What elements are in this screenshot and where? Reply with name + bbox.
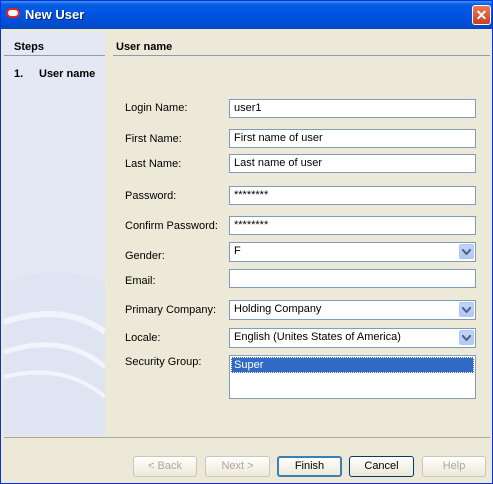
step-number: 1.	[14, 68, 24, 80]
back-button[interactable]: < Back	[133, 456, 197, 477]
locale-dropdown-button[interactable]	[459, 330, 474, 345]
primary-company-label: Primary Company:	[125, 304, 217, 316]
window-title: New User	[25, 7, 85, 22]
security-group-label: Security Group:	[125, 356, 202, 368]
steps-panel: Steps 1. User name	[4, 32, 105, 436]
help-button[interactable]: Help	[422, 456, 486, 477]
security-group-list[interactable]: Super	[229, 355, 476, 399]
primary-company-value: Holding Company	[234, 303, 322, 315]
locale-value: English (Unites States of America)	[234, 331, 401, 343]
confirm-password-input[interactable]: ********	[229, 216, 476, 235]
close-icon: ✕	[475, 7, 488, 23]
finish-button[interactable]: Finish	[277, 456, 342, 477]
primary-company-dropdown-button[interactable]	[459, 302, 474, 317]
confirm-password-label: Confirm Password:	[125, 220, 218, 232]
content-panel: User name Login Name: user1 First Name: …	[105, 32, 490, 436]
gender-dropdown-button[interactable]	[459, 244, 474, 259]
page-title: User name	[116, 41, 173, 53]
first-name-label: First Name:	[125, 133, 182, 145]
steps-divider	[4, 55, 105, 56]
login-name-input[interactable]: user1	[229, 99, 476, 118]
app-icon	[6, 8, 20, 18]
locale-select[interactable]: English (Unites States of America)	[229, 328, 476, 348]
step-user-name: User name	[39, 68, 96, 80]
gender-label: Gender:	[125, 250, 165, 262]
cancel-button[interactable]: Cancel	[349, 456, 414, 477]
primary-company-select[interactable]: Holding Company	[229, 300, 476, 320]
new-user-dialog: New User ✕ Steps 1. User name User name …	[0, 0, 493, 484]
email-label: Email:	[125, 275, 156, 287]
chevron-down-icon	[462, 307, 471, 313]
gender-select[interactable]: F	[229, 242, 476, 262]
gender-value: F	[234, 245, 241, 257]
password-label: Password:	[125, 190, 177, 202]
content-divider	[113, 55, 490, 56]
list-item[interactable]: Super	[231, 357, 474, 373]
email-input[interactable]	[229, 269, 476, 288]
decorative-swoosh	[4, 272, 105, 436]
footer-divider	[4, 437, 490, 438]
login-name-label: Login Name:	[125, 102, 188, 114]
title-bar[interactable]: New User ✕	[1, 1, 492, 29]
close-button[interactable]: ✕	[472, 5, 491, 25]
last-name-input[interactable]: Last name of user	[229, 154, 476, 173]
chevron-down-icon	[462, 249, 471, 255]
password-input[interactable]: ********	[229, 186, 476, 205]
chevron-down-icon	[462, 335, 471, 341]
next-button[interactable]: Next >	[205, 456, 270, 477]
locale-label: Locale:	[125, 332, 161, 344]
last-name-label: Last Name:	[125, 158, 182, 170]
steps-header: Steps	[14, 41, 44, 53]
first-name-input[interactable]: First name of user	[229, 129, 476, 148]
